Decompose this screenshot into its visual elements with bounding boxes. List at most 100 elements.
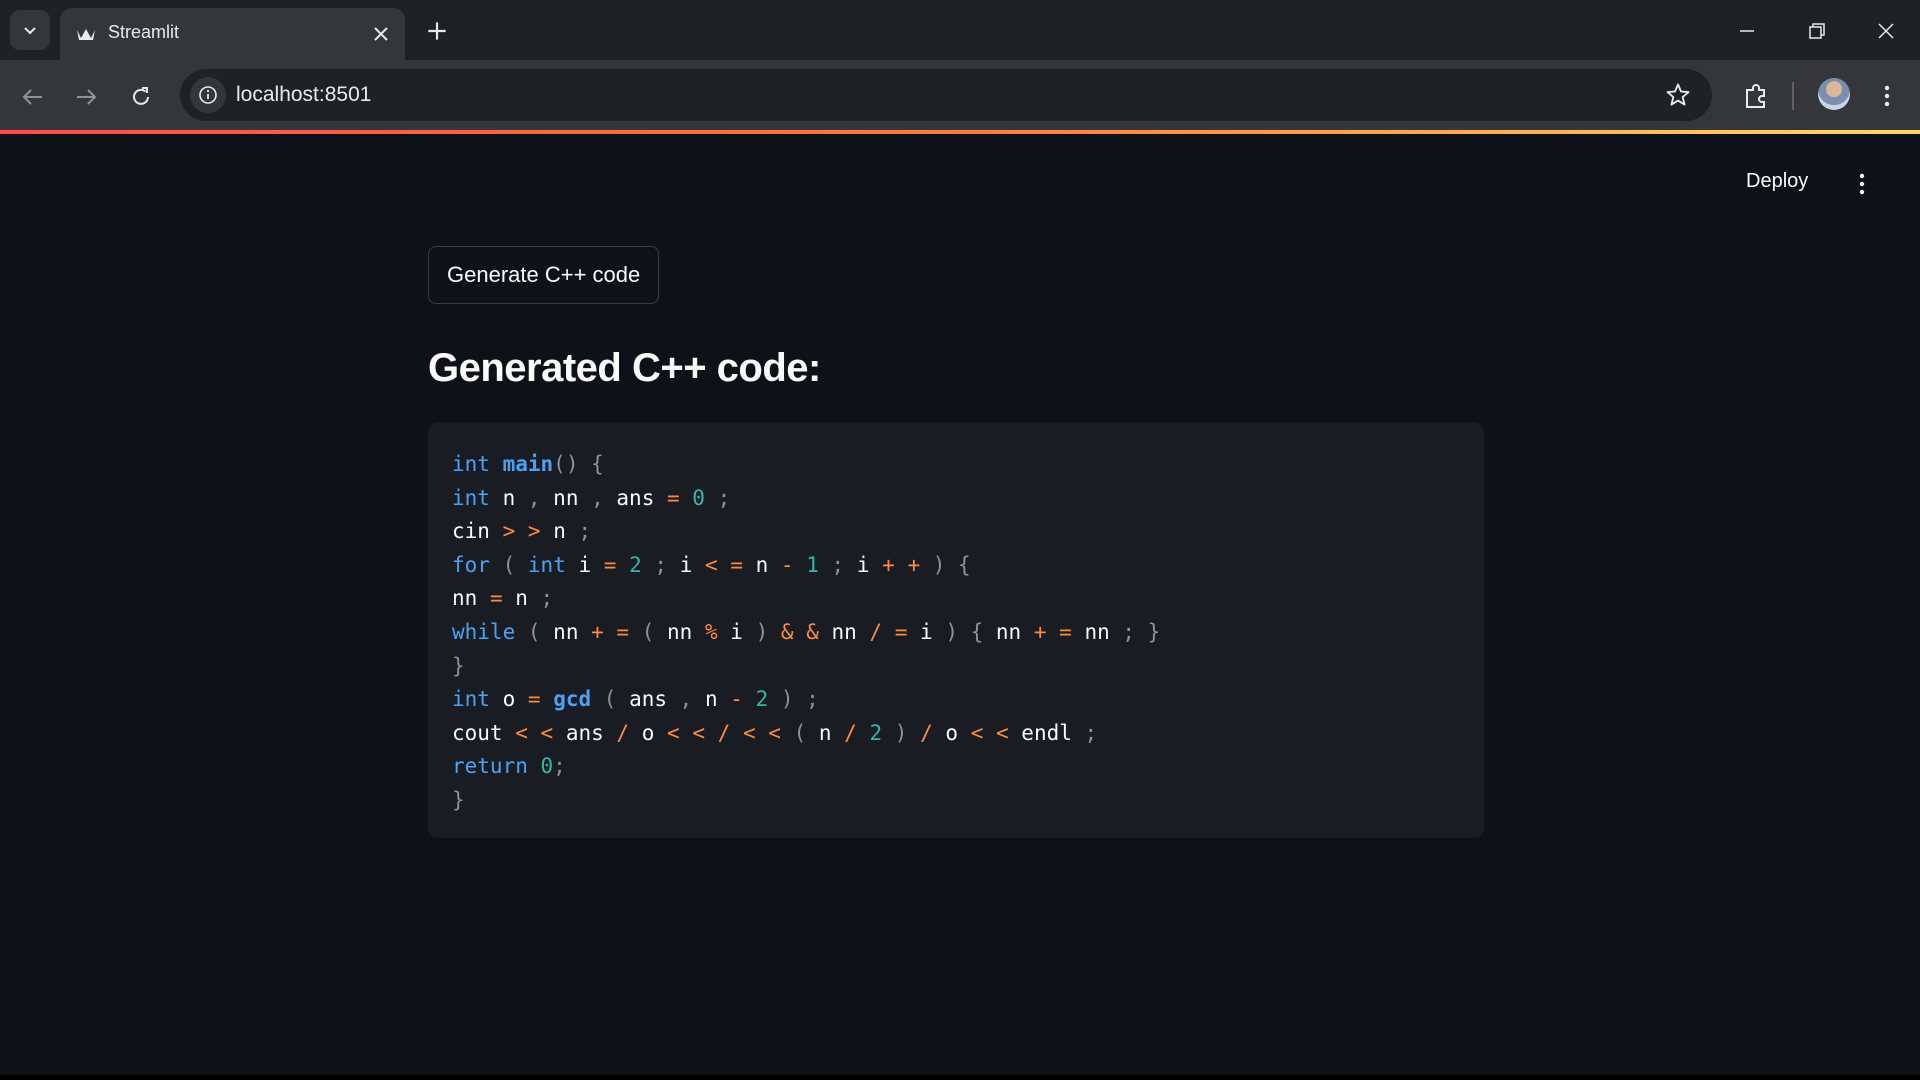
deploy-button[interactable]: Deploy bbox=[1746, 170, 1808, 193]
code-token: & bbox=[806, 619, 819, 644]
code-token: nn bbox=[452, 586, 490, 611]
code-token: < bbox=[692, 720, 705, 745]
url-text[interactable]: localhost:8501 bbox=[236, 83, 371, 107]
code-token: ( bbox=[502, 552, 516, 577]
code-token: = bbox=[489, 586, 503, 611]
code-token: cin bbox=[452, 519, 503, 544]
code-token: + bbox=[1033, 619, 1047, 644]
code-token: n bbox=[489, 485, 528, 510]
extensions-puzzle-icon[interactable] bbox=[1740, 80, 1772, 112]
code-line: } bbox=[452, 784, 1160, 818]
code-token: 2 bbox=[755, 687, 769, 712]
code-token: int bbox=[527, 552, 566, 577]
code-token: = bbox=[616, 619, 630, 644]
code-token: > bbox=[527, 519, 541, 544]
code-token: return bbox=[452, 754, 528, 779]
code-token: / bbox=[920, 720, 933, 745]
streamlit-logo-icon bbox=[77, 29, 95, 40]
code-token: < bbox=[667, 720, 680, 745]
code-token: ) bbox=[894, 720, 908, 745]
chevron-down-icon bbox=[24, 27, 36, 35]
back-arrow-icon[interactable] bbox=[18, 82, 48, 112]
code-token: 2 bbox=[629, 552, 642, 577]
code-token: ) bbox=[755, 619, 769, 644]
code-token: gcd bbox=[553, 687, 592, 712]
code-line: while ( nn + = ( nn % i ) & & nn / = i )… bbox=[452, 616, 1160, 650]
forward-arrow-icon[interactable] bbox=[71, 82, 101, 112]
bookmark-star-icon[interactable] bbox=[1664, 81, 1692, 109]
restore-icon[interactable] bbox=[1802, 16, 1832, 46]
code-token: = bbox=[527, 687, 541, 712]
code-lines: int main() {int n , nn , ans = 0 ; cin > … bbox=[452, 448, 1160, 818]
code-token: nn bbox=[1071, 619, 1123, 644]
code-token: / bbox=[616, 720, 630, 745]
code-token: o bbox=[629, 720, 667, 745]
browser-tab-strip: Streamlit bbox=[0, 0, 1920, 60]
code-line: int main() { bbox=[452, 448, 1160, 482]
code-token: ; bbox=[654, 552, 668, 577]
new-tab-plus-icon[interactable] bbox=[424, 18, 450, 44]
code-token: < bbox=[996, 720, 1009, 745]
code-token: 0 bbox=[692, 485, 705, 510]
code-token: ans bbox=[603, 485, 667, 510]
minimize-icon[interactable] bbox=[1732, 16, 1762, 46]
tab-search-button[interactable] bbox=[10, 10, 50, 50]
code-token: o bbox=[489, 687, 528, 712]
code-token: / bbox=[844, 720, 857, 745]
code-token: < bbox=[768, 720, 781, 745]
code-token: int bbox=[452, 687, 490, 712]
code-token: n bbox=[540, 519, 579, 544]
code-token: + bbox=[591, 619, 604, 644]
code-token: while bbox=[452, 619, 516, 644]
code-token: o bbox=[932, 720, 971, 745]
code-token: int bbox=[452, 452, 490, 476]
site-info-button[interactable] bbox=[190, 77, 226, 113]
tab-title: Streamlit bbox=[108, 22, 180, 42]
code-token: nn bbox=[540, 619, 592, 644]
code-token: < bbox=[515, 720, 528, 745]
reload-icon[interactable] bbox=[126, 82, 156, 112]
browser-tab[interactable]: Streamlit bbox=[60, 8, 405, 60]
main-menu-icon[interactable] bbox=[1850, 172, 1874, 196]
code-token: < bbox=[540, 720, 554, 745]
code-line: cout < < ans / o < < / < < ( n / 2 ) / o… bbox=[452, 717, 1160, 751]
code-token: main bbox=[502, 452, 554, 476]
close-icon[interactable] bbox=[369, 22, 393, 46]
info-icon bbox=[199, 86, 217, 104]
code-token: ; bbox=[540, 586, 554, 611]
code-token: , bbox=[527, 485, 541, 510]
code-token: + bbox=[907, 552, 921, 577]
code-token: < bbox=[970, 720, 984, 745]
address-bar[interactable]: localhost:8501 bbox=[180, 69, 1712, 121]
browser-menu-icon[interactable] bbox=[1872, 80, 1902, 112]
code-token: = bbox=[730, 552, 743, 577]
generate-cpp-code-button[interactable]: Generate C++ code bbox=[428, 246, 660, 304]
close-window-icon[interactable] bbox=[1871, 16, 1901, 46]
code-token: ) { bbox=[932, 552, 971, 577]
code-token: / bbox=[869, 619, 883, 644]
code-token: i bbox=[717, 619, 756, 644]
code-line: int n , nn , ans = 0 ; bbox=[452, 482, 1160, 516]
code-token: 1 bbox=[806, 552, 819, 577]
code-token: endl bbox=[1008, 720, 1085, 745]
code-token: = bbox=[666, 485, 680, 510]
code-token: i bbox=[907, 619, 946, 644]
code-token: ; bbox=[553, 754, 566, 779]
profile-avatar[interactable] bbox=[1818, 78, 1850, 110]
code-block: int main() {int n , nn , ans = 0 ; cin > … bbox=[428, 422, 1484, 838]
code-token: , bbox=[591, 485, 604, 510]
